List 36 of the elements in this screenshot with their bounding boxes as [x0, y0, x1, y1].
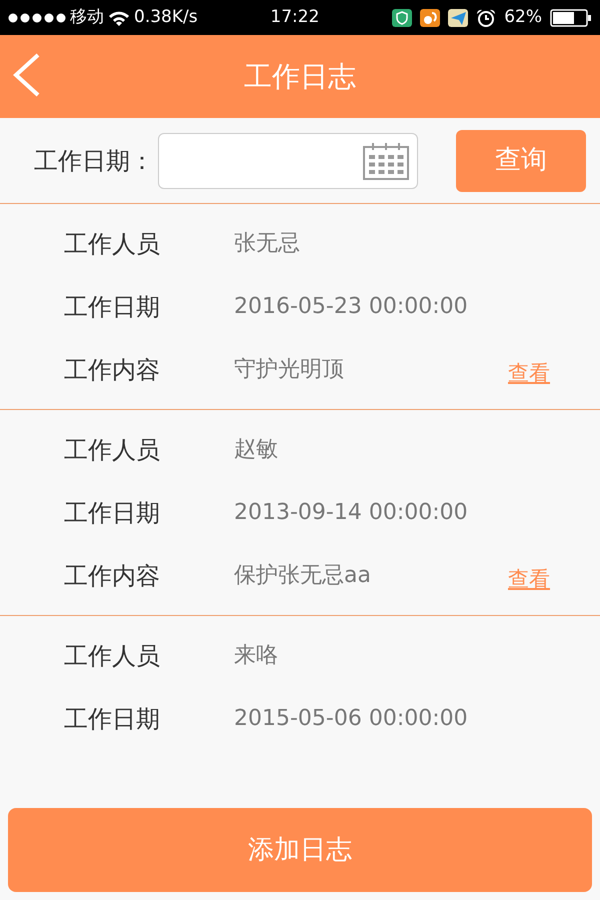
battery-icon	[550, 8, 592, 26]
field-label: 工作日期	[64, 292, 161, 322]
paper-plane-icon	[448, 8, 468, 26]
field-value: 守护光明顶	[234, 356, 344, 384]
back-icon	[12, 53, 42, 97]
field-value: 2013-09-14 00:00:00	[234, 499, 468, 527]
alarm-icon	[476, 8, 496, 26]
shield-icon	[392, 8, 412, 26]
view-link[interactable]: 查看	[508, 358, 550, 390]
back-button[interactable]	[12, 53, 42, 97]
signal-icon	[8, 12, 66, 22]
field-value: 保护张无忌aa	[234, 562, 371, 590]
field-value: 2016-05-23 00:00:00	[234, 293, 468, 321]
field-label: 工作日期	[64, 498, 161, 528]
page-title: 工作日志	[244, 58, 356, 94]
add-log-button[interactable]: 添加日志	[8, 808, 592, 892]
view-link[interactable]: 查看	[508, 564, 550, 596]
wifi-icon	[108, 10, 130, 26]
carrier-name: 移动	[70, 6, 104, 29]
search-button[interactable]: 查询	[456, 130, 586, 192]
field-value: 赵敏	[234, 436, 278, 464]
field-label: 工作内容	[64, 560, 161, 592]
network-speed: 0.38K/s	[134, 6, 198, 29]
field-label: 工作人员	[64, 434, 161, 466]
calendar-icon[interactable]	[363, 142, 409, 180]
field-value: 张无忌	[234, 230, 300, 258]
field-label: 工作内容	[64, 354, 161, 386]
field-label: 工作人员	[64, 228, 161, 260]
field-value: 2015-05-06 00:00:00	[234, 705, 468, 733]
date-field[interactable]	[158, 132, 418, 188]
field-value: 来咯	[234, 642, 278, 670]
battery-percent: 62%	[504, 6, 542, 29]
field-label: 工作人员	[64, 640, 161, 672]
status-time: 17:22	[270, 6, 320, 29]
date-label: 工作日期：	[34, 146, 154, 176]
field-label: 工作日期	[64, 704, 161, 734]
